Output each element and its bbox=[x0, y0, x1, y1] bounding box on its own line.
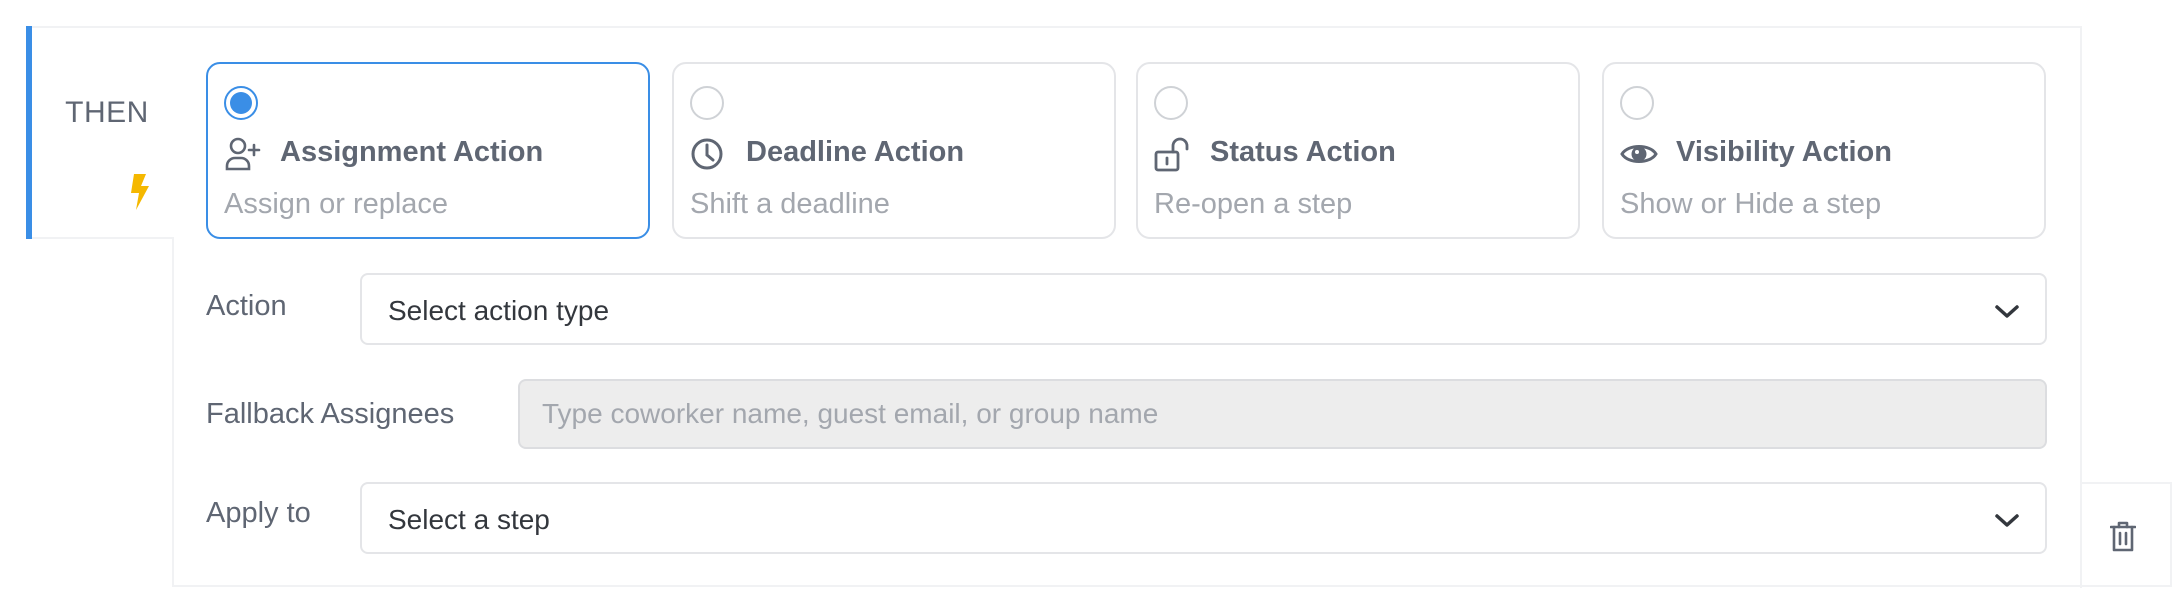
card-title: Status Action bbox=[1210, 136, 1396, 168]
panel-border bbox=[172, 237, 174, 587]
then-section-header: THEN bbox=[32, 26, 174, 239]
action-type-select[interactable]: Select action type bbox=[360, 273, 2047, 345]
clock-icon bbox=[691, 138, 723, 170]
chevron-down-icon bbox=[1995, 514, 2019, 527]
lightning-bolt-icon bbox=[131, 174, 149, 210]
action-type-card-deadline[interactable]: Deadline Action Shift a deadline bbox=[672, 62, 1116, 239]
card-description: Show or Hide a step bbox=[1620, 188, 1882, 220]
action-type-value: Select action type bbox=[388, 295, 610, 326]
then-label: THEN bbox=[65, 96, 149, 129]
card-title: Assignment Action bbox=[280, 136, 544, 168]
user-plus-icon bbox=[225, 137, 261, 171]
radio-status[interactable] bbox=[1154, 86, 1188, 120]
card-description: Re-open a step bbox=[1154, 188, 1353, 220]
card-description: Shift a deadline bbox=[690, 188, 890, 220]
apply-to-select[interactable]: Select a step bbox=[360, 482, 2047, 554]
unlock-icon bbox=[1154, 137, 1189, 172]
card-title: Deadline Action bbox=[746, 136, 965, 168]
radio-visibility[interactable] bbox=[1620, 86, 1654, 120]
action-type-card-visibility[interactable]: Visibility Action Show or Hide a step bbox=[1602, 62, 2046, 239]
card-title: Visibility Action bbox=[1676, 136, 1892, 168]
fallback-assignees-input[interactable] bbox=[518, 379, 2047, 449]
fallback-assignees-label: Fallback Assignees bbox=[206, 398, 455, 430]
apply-to-value: Select a step bbox=[388, 504, 550, 535]
card-description: Assign or replace bbox=[224, 188, 449, 220]
trash-icon[interactable] bbox=[2110, 520, 2136, 552]
radio-deadline[interactable] bbox=[690, 86, 724, 120]
action-type-card-assignment[interactable]: Assignment Action Assign or replace bbox=[206, 62, 650, 239]
apply-to-label: Apply to bbox=[206, 497, 311, 529]
radio-assignment[interactable] bbox=[224, 86, 258, 120]
chevron-down-icon bbox=[1995, 305, 2019, 318]
action-type-card-status[interactable]: Status Action Re-open a step bbox=[1136, 62, 1580, 239]
eye-icon bbox=[1620, 145, 1658, 163]
panel-border bbox=[172, 585, 2082, 587]
action-label: Action bbox=[206, 290, 287, 322]
